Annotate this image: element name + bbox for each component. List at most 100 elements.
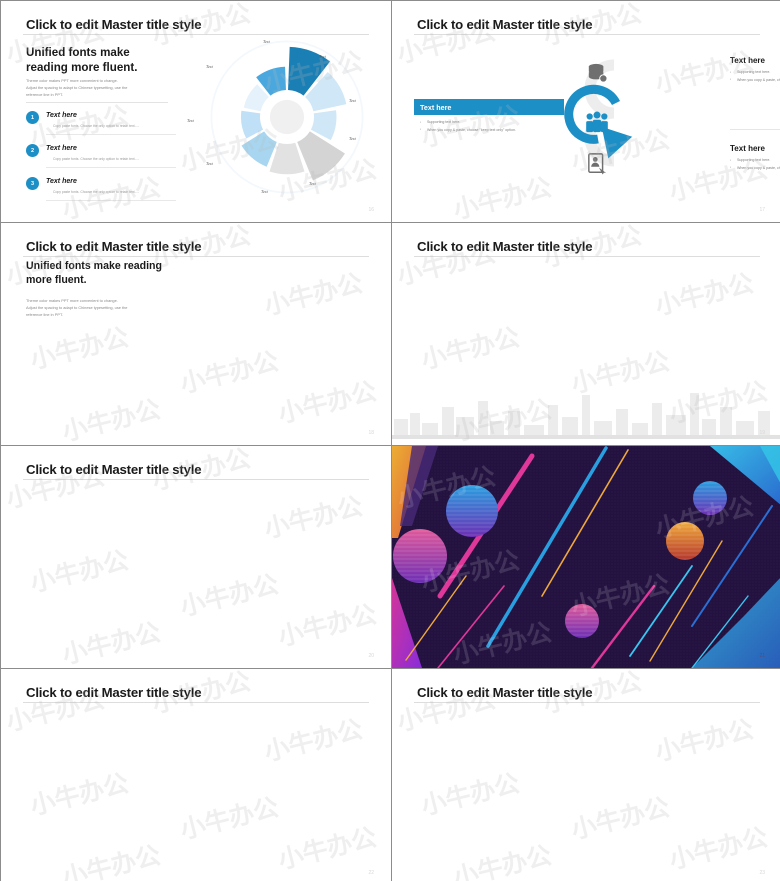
item-description: Copy paste fonts. Choose the only option… [53, 124, 140, 128]
slide-19: Click to edit Master title style 19 小牛办公… [392, 223, 780, 445]
watermark-text: 小牛办公 [450, 842, 555, 881]
title-divider [23, 702, 369, 703]
watermark-text: 小牛办公 [652, 270, 757, 321]
watermark-text: 小牛办公 [27, 324, 132, 375]
paragraph-line-1: Theme color makes PPT more convenient to… [26, 298, 118, 303]
page-number: 17 [759, 207, 765, 213]
city-skyline-decoration [392, 393, 780, 439]
band-bullet-list: Supporting text here. When you copy & pa… [420, 119, 585, 134]
watermark-text: 小牛办公 [177, 348, 282, 399]
title-divider [414, 702, 760, 703]
watermark-text: 小牛办公 [450, 174, 555, 222]
item-description: Copy paste fonts. Choose the only option… [53, 157, 140, 161]
item-number-badge: 3 [26, 177, 39, 190]
block-bullet-list: Supporting text here. When you copy & pa… [730, 157, 780, 172]
block-divider [730, 129, 780, 130]
page-number: 20 [368, 653, 374, 659]
watermark-text: 小牛办公 [59, 842, 164, 881]
watermark-text: 小牛办公 [568, 794, 673, 845]
page-title: Click to edit Master title style [417, 239, 593, 254]
item-number-badge: 1 [26, 111, 39, 124]
chart-label: Text [261, 189, 268, 194]
bullet-item: Supporting text here. [420, 119, 585, 127]
bullet-item: When you copy & paste, choose "keep text… [420, 126, 585, 135]
page-title: Click to edit Master title style [26, 462, 202, 477]
lead-line-1: Unified fonts make [26, 46, 130, 59]
watermark-text: 小牛办公 [59, 619, 164, 668]
title-divider [414, 34, 760, 35]
chart-segment [269, 142, 305, 175]
page-title: Click to edit Master title style [417, 685, 593, 700]
chart-label: Text [206, 161, 213, 166]
section-divider [26, 102, 168, 103]
block-heading: Text here [730, 56, 765, 65]
watermark-text: 小牛办公 [59, 396, 164, 445]
chart-label: Text [263, 39, 270, 44]
lead-heading: Unified fonts make reading more fluent. [26, 45, 176, 76]
page-title: Click to edit Master title style [26, 239, 202, 254]
slide-23: Click to edit Master title style Text he… [392, 669, 780, 881]
right-block-1: Text here Supporting text here. When you… [730, 56, 780, 84]
page-title: Click to edit Master title style [417, 17, 593, 32]
paragraph-line-2: Adjust the spacing to adapt to Chinese t… [26, 85, 128, 91]
page-number: 18 [368, 430, 374, 436]
page-title: Click to edit Master title style [26, 685, 202, 700]
watermark-text: 小牛办公 [261, 716, 366, 767]
slide-17: Click to edit Master title style Text he… [392, 1, 780, 222]
slide-grid: Click to edit Master title style Unified… [0, 0, 780, 881]
document-person-icon [588, 153, 607, 175]
right-block-2: Text here Supporting text here. When you… [730, 144, 780, 172]
item-description: Copy paste fonts. Choose the only option… [53, 190, 140, 194]
lead-paragraph: Theme color makes PPT more convenient to… [26, 77, 166, 99]
bullet-item: Supporting text here. [730, 69, 780, 77]
item-label: Text here [46, 145, 77, 152]
people-group-icon [586, 111, 608, 133]
chart-label: Text [349, 98, 356, 103]
page-number: 19 [759, 430, 765, 436]
lead-line-2: reading more fluent. [26, 61, 138, 75]
page-number: 23 [759, 870, 765, 876]
chart-label: Text [309, 181, 316, 186]
section-background-art [392, 446, 780, 668]
watermark-text: 小牛办公 [177, 794, 282, 845]
band-label: Text here [420, 102, 452, 112]
item-label: Text here [46, 112, 77, 119]
title-divider [23, 256, 369, 257]
watermark-text: 小牛办公 [177, 571, 282, 622]
bullet-item: When you copy & paste, choose "keep text… [730, 164, 780, 173]
watermark-text: 小牛办公 [27, 547, 132, 598]
lead-line-1: Unified fonts make reading [26, 260, 162, 272]
watermark-text: 小牛办公 [275, 378, 380, 429]
item-underline [46, 200, 176, 201]
chart-label: Text [349, 136, 356, 141]
slide-22: Click to edit Master title style ‹ › ¥89… [1, 669, 391, 881]
watermark-text: 小牛办公 [275, 824, 380, 875]
watermark-text: 小牛办公 [418, 324, 523, 375]
page-number: 22 [368, 870, 374, 876]
block-bullet-list: Supporting text here. When you copy & pa… [730, 69, 780, 84]
title-divider [414, 256, 760, 257]
title-divider [23, 479, 369, 480]
watermark: 小牛办公 小牛办公 小牛办公 小牛办公 小牛办公 小牛办公 小牛办公 [392, 669, 780, 881]
lead-line-2: more fluent. [26, 273, 87, 286]
watermark-text: 小牛办公 [261, 270, 366, 321]
lead-paragraph: Theme color makes PPT more convenient to… [26, 297, 166, 319]
slide-16: Click to edit Master title style Unified… [1, 1, 391, 222]
block-heading: Text here [730, 144, 765, 153]
watermark-text: 小牛办公 [652, 716, 757, 767]
page-number: 16 [368, 207, 374, 213]
bullet-item: When you copy & paste, choose "keep text… [730, 76, 780, 85]
slide-18: Click to edit Master title style Unified… [1, 223, 391, 445]
database-icon [588, 63, 608, 83]
watermark-text: 小牛办公 [418, 770, 523, 821]
page-number: 21 [759, 653, 765, 659]
slide-20: Click to edit Master title style Text he… [1, 446, 391, 668]
item-underline [46, 134, 176, 135]
chart-label: Text [206, 64, 213, 69]
paragraph-line-3: reference line in PPT. [26, 92, 63, 98]
bullet-item: Supporting text here. [730, 157, 780, 165]
watermark-text: 小牛办公 [27, 770, 132, 821]
watermark-text: 小牛办公 [666, 824, 771, 875]
chart-label: Text [319, 54, 326, 59]
item-number-badge: 2 [26, 144, 39, 157]
